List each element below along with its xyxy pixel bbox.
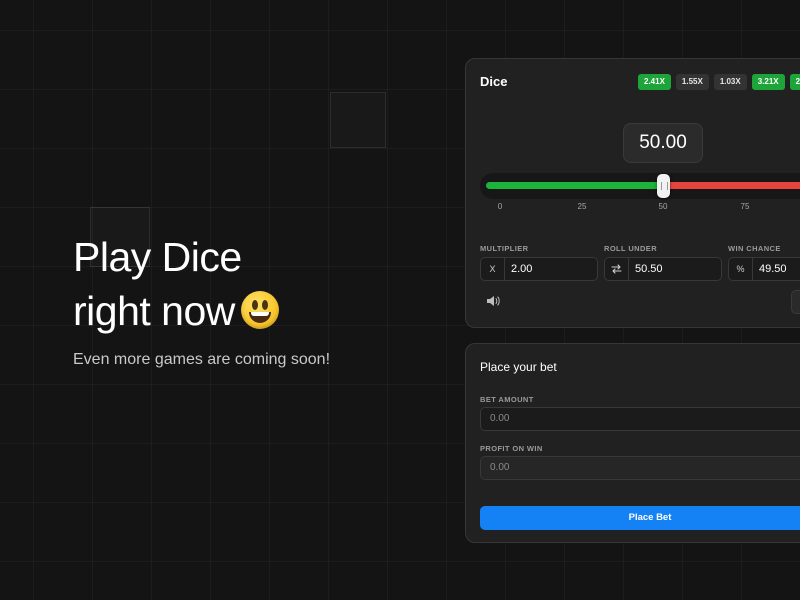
slider-over-segment bbox=[664, 182, 800, 189]
speaker-icon[interactable] bbox=[486, 295, 500, 307]
hero-title-line-2: right now bbox=[73, 284, 279, 338]
history-chip: 2.41X bbox=[638, 74, 671, 90]
bet-amount-label: BET AMOUNT bbox=[480, 395, 534, 404]
slider-tick-label: 50 bbox=[658, 202, 668, 211]
bet-panel: Place your bet BET AMOUNT 0.00 PROFIT ON… bbox=[465, 343, 800, 543]
win-chance-prefix: % bbox=[729, 258, 753, 280]
history-chip: 2 bbox=[789, 74, 800, 90]
decorative-square bbox=[330, 92, 386, 148]
page: Play Dice right now Even more games are … bbox=[0, 0, 800, 600]
history-chip: 3.21X bbox=[751, 74, 785, 90]
roll-result-display: 50.00 bbox=[623, 123, 703, 163]
settings-button[interactable] bbox=[791, 290, 800, 314]
slider-tick-label: 0 bbox=[497, 202, 503, 211]
roll-under-value: 50.50 bbox=[635, 263, 663, 275]
swap-icon[interactable] bbox=[605, 258, 629, 280]
slider-tick-label: 75 bbox=[740, 202, 750, 211]
hero-title-line-2-text: right now bbox=[73, 288, 235, 334]
slider-handle[interactable] bbox=[657, 174, 670, 198]
profit-on-win-label: PROFIT ON WIN bbox=[480, 444, 543, 453]
profit-on-win-field: 0.00 bbox=[480, 456, 800, 480]
place-bet-button[interactable]: Place Bet bbox=[480, 506, 800, 530]
win-chance-field[interactable]: % 49.50 bbox=[728, 257, 800, 281]
dice-title: Dice bbox=[480, 74, 508, 89]
win-chance-label: WIN CHANCE bbox=[728, 244, 781, 253]
multiplier-label: MULTIPLIER bbox=[480, 244, 529, 253]
hero-title-line-1: Play Dice bbox=[73, 234, 242, 280]
profit-on-win-value: 0.00 bbox=[490, 462, 510, 473]
slider-tick-label: 25 bbox=[577, 202, 587, 211]
roll-slider[interactable] bbox=[480, 173, 800, 199]
bet-panel-title: Place your bet bbox=[480, 360, 557, 374]
multiplier-field[interactable]: X 2.00 bbox=[480, 257, 598, 281]
roll-history: 2.41X 1.55X 1.03X 3.21X 2 bbox=[638, 74, 800, 90]
bet-amount-value: 0.00 bbox=[490, 413, 510, 424]
history-chip: 1.03X bbox=[713, 74, 747, 90]
slider-under-segment bbox=[486, 182, 664, 189]
history-chip: 1.55X bbox=[675, 74, 709, 90]
hero-title: Play Dice right now bbox=[73, 230, 279, 338]
win-chance-value: 49.50 bbox=[759, 263, 787, 275]
grinning-face-icon bbox=[240, 291, 279, 329]
multiplier-prefix: X bbox=[481, 258, 505, 280]
hero-subtitle: Even more games are coming soon! bbox=[73, 351, 331, 368]
roll-under-field[interactable]: 50.50 bbox=[604, 257, 722, 281]
dice-game-panel: Dice 2.41X 1.55X 1.03X 3.21X 2 50.00 0 2… bbox=[465, 58, 800, 328]
multiplier-value: 2.00 bbox=[511, 263, 533, 275]
bet-amount-input[interactable]: 0.00 bbox=[480, 407, 800, 431]
roll-under-label: ROLL UNDER bbox=[604, 244, 658, 253]
